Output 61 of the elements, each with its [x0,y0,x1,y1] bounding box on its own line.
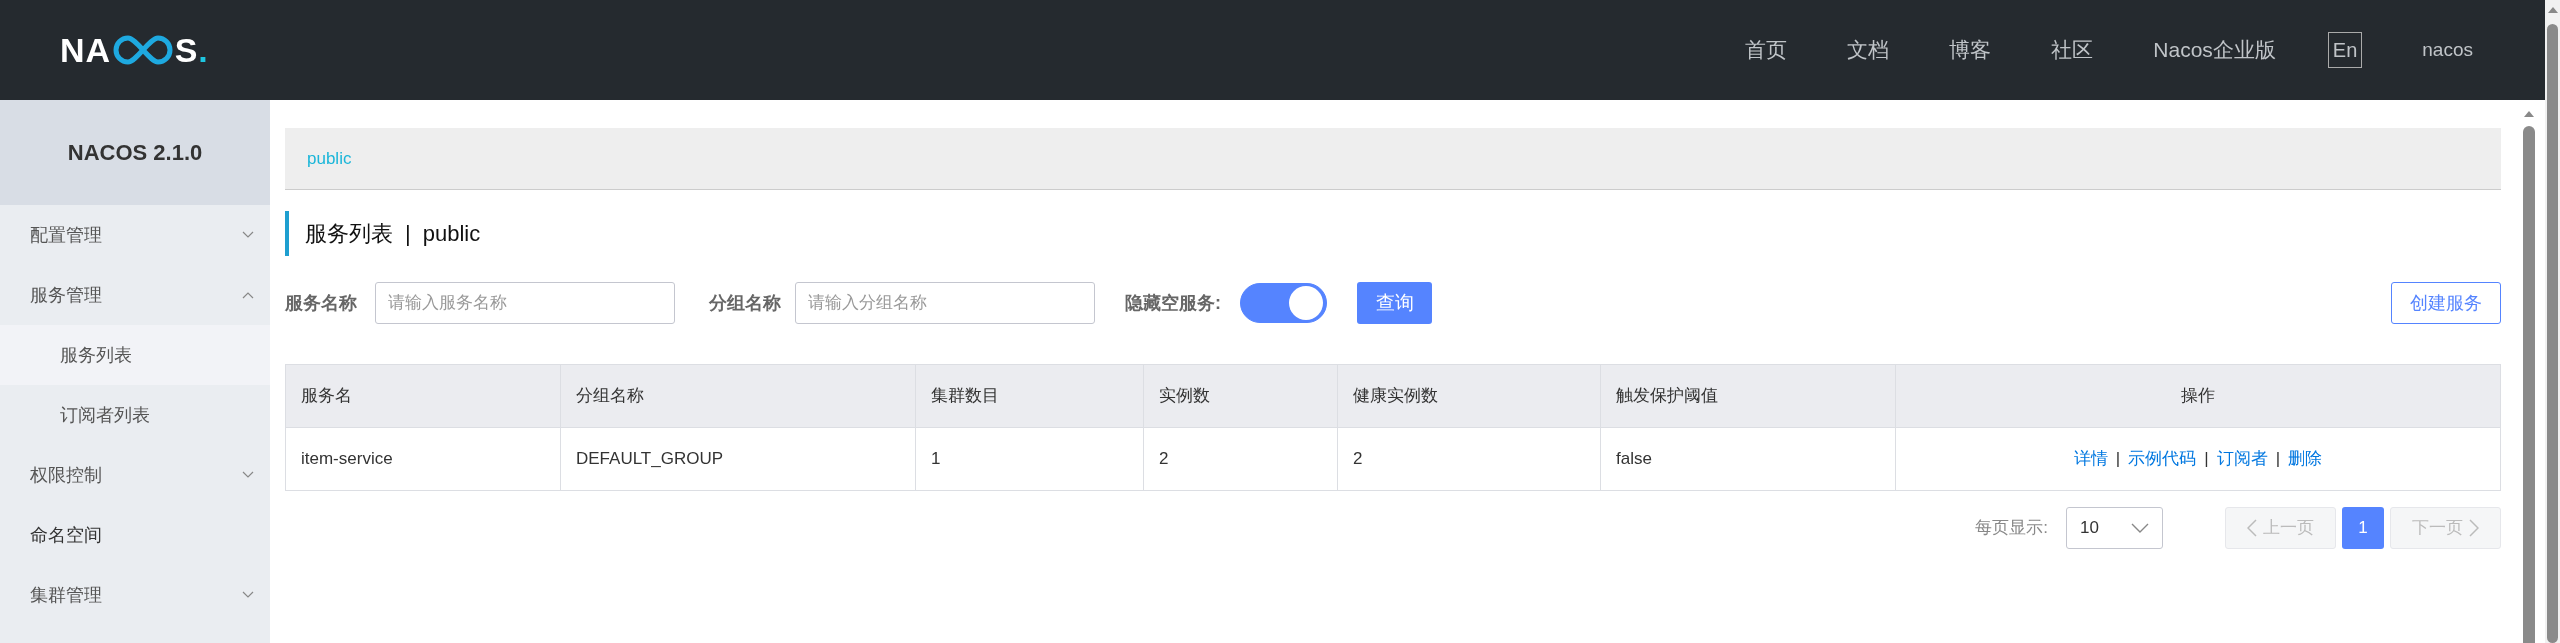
column-header: 实例数 [1143,364,1338,428]
action-link[interactable]: 示例代码 [2128,449,2197,469]
field-label: 分组名称 [709,291,782,315]
table-cell: 2 [1143,427,1338,491]
toggle-switch[interactable] [1240,283,1327,323]
field-label: 服务名称 [285,291,358,315]
sidebar-group[interactable]: 权限控制 [0,445,270,505]
username[interactable]: nacos [2422,35,2473,65]
chevron-right-icon [2469,519,2479,537]
column-header: 操作 [1895,364,2501,428]
page-number-button[interactable]: 1 [2342,507,2384,549]
namespace-name: public [422,220,481,248]
action-separator: | [2275,449,2281,469]
nav-link[interactable]: 文档 [1847,34,1890,66]
page-size-label: 每页显示: [1975,517,2048,540]
language-button[interactable]: En [2327,32,2363,68]
chevron-down-icon [242,471,254,479]
column-header: 健康实例数 [1337,364,1601,428]
table-cell: false [1600,427,1896,491]
sidebar-group[interactable]: 服务管理 [0,265,270,325]
chevron-down-icon [242,231,254,239]
page-title-text: 服务列表 [305,220,393,248]
nacos-logo: NA S. [60,29,209,71]
action-separator: | [2115,449,2121,469]
sidebar-group[interactable]: 配置管理 [0,205,270,265]
field-label: 隐藏空服务: [1125,291,1222,315]
title-separator: | [405,220,411,248]
sidebar-item[interactable]: 服务列表 [0,325,270,385]
sidebar-item[interactable]: 订阅者列表 [0,385,270,445]
column-header: 服务名 [285,364,561,428]
scroll-up-icon[interactable] [2546,6,2559,14]
table-cell: 2 [1337,427,1601,491]
nav-link[interactable]: 社区 [2051,34,2094,66]
scroll-up-icon[interactable] [2523,110,2535,118]
action-link[interactable]: 详情 [2073,449,2108,469]
chevron-up-icon [242,291,254,299]
chevron-down-icon [2131,523,2149,533]
column-header: 分组名称 [560,364,916,428]
sidebar-title: NACOS 2.1.0 [0,100,270,205]
sidebar-group[interactable]: 集群管理 [0,565,270,625]
service-name-input[interactable]: 请输入服务名称 [375,282,675,324]
nav-link[interactable]: Nacos企业版 [2153,34,2276,66]
table-cell: DEFAULT_GROUP [560,427,916,491]
infinity-logo-icon [111,34,174,66]
chevron-left-icon [2247,519,2257,537]
group-name-input[interactable]: 请输入分组名称 [795,282,1095,324]
column-header: 触发保护阈值 [1600,364,1896,428]
table-cell: item-service [285,427,561,491]
query-button[interactable]: 查询 [1357,282,1432,324]
nav-link[interactable]: 首页 [1745,34,1788,66]
outer-scrollbar[interactable] [2545,0,2560,643]
page-size-select[interactable]: 10 [2066,507,2163,549]
action-link[interactable]: 删除 [2288,449,2323,469]
sidebar-item[interactable]: 命名空间 [0,505,270,565]
action-link[interactable]: 订阅者 [2216,449,2268,469]
nav-link[interactable]: 博客 [1949,34,1992,66]
chevron-down-icon [242,591,254,599]
action-separator: | [2204,449,2209,469]
create-service-button[interactable]: 创建服务 [2391,282,2501,324]
column-header: 集群数目 [915,364,1144,428]
table-cell: 1 [915,427,1144,491]
